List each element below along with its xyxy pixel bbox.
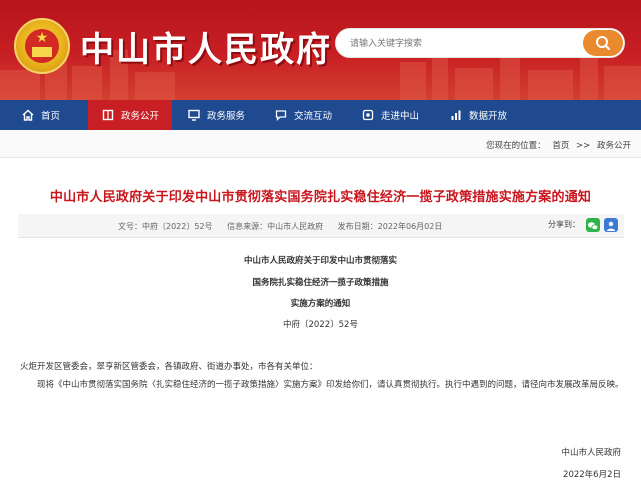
breadcrumb: 您现在的位置： 首页 >> 政务公开 bbox=[482, 139, 631, 151]
nav-item-interaction[interactable]: 交流互动 bbox=[275, 100, 365, 130]
doc-addressee: 火炬开发区管委会，翠亨新区管委会，各镇政府、街道办事处，市各有关单位： bbox=[20, 362, 318, 372]
article-title: 中山市人民政府关于印发中山市贯彻落实国务院扎实稳住经济一揽子政策措施实施方案的通… bbox=[49, 190, 592, 205]
national-emblem-logo: ★ bbox=[14, 18, 70, 74]
doc-body: 现将《中山市贯彻落实国务院〈扎实稳住经济的一揽子政策措施〉实施方案》印发给你们，… bbox=[37, 380, 624, 390]
breadcrumb-prefix: 您现在的位置： bbox=[486, 141, 546, 151]
nav-item-label: 数据开放 bbox=[469, 111, 508, 122]
nav-item-label: 首页 bbox=[41, 111, 61, 122]
article-meta-bar: 文号：中府〔2022〕52号 信息来源：中山市人民政府 发布日期：2022年06… bbox=[18, 214, 624, 238]
doc-heading-line-1: 中山市人民政府关于印发中山市贯彻落实 bbox=[243, 256, 397, 266]
doc-number: 中府〔2022〕52号 bbox=[283, 320, 358, 330]
doc-heading-line-2: 国务院扎实稳住经济一揽子政策措施 bbox=[252, 278, 389, 288]
wechat-share-icon[interactable] bbox=[586, 218, 600, 232]
breadcrumb-separator: >> bbox=[576, 141, 591, 151]
meta-doc-number: 文号：中府〔2022〕52号 bbox=[118, 222, 213, 231]
chart-icon bbox=[451, 110, 461, 120]
breadcrumb-bar: 您现在的位置： 首页 >> 政务公开 bbox=[0, 130, 641, 158]
doc-signature: 中山市人民政府 bbox=[561, 448, 621, 458]
nav-item-label: 政务服务 bbox=[207, 111, 246, 122]
nav-item-about-zhongshan[interactable]: 走进中山 bbox=[362, 100, 452, 130]
location-icon bbox=[362, 109, 374, 121]
nav-item-label: 政务公开 bbox=[121, 111, 160, 122]
search-button[interactable] bbox=[583, 30, 623, 56]
nav-item-services[interactable]: 政务服务 bbox=[188, 100, 278, 130]
meta-source: 信息来源：中山市人民政府 bbox=[227, 222, 324, 231]
search-box bbox=[335, 28, 625, 58]
nav-item-label: 走进中山 bbox=[381, 111, 420, 122]
site-title[interactable]: 中山市人民政府 bbox=[80, 22, 332, 71]
main-nav: 首页 政务公开 政务服务 交流互动 走进中山 数据开放 bbox=[0, 100, 641, 130]
book-icon bbox=[102, 109, 114, 121]
monitor-icon bbox=[188, 109, 200, 121]
share-label: 分享到： bbox=[548, 220, 580, 229]
site-header: ★ 中山市人民政府 bbox=[0, 0, 641, 100]
nav-item-home[interactable]: 首页 bbox=[22, 100, 92, 130]
breadcrumb-home[interactable]: 首页 bbox=[552, 141, 569, 151]
nav-item-government-affairs[interactable]: 政务公开 bbox=[88, 100, 172, 130]
article-meta: 文号：中府〔2022〕52号 信息来源：中山市人民政府 发布日期：2022年06… bbox=[118, 221, 454, 232]
breadcrumb-current[interactable]: 政务公开 bbox=[597, 141, 631, 151]
nav-item-label: 交流互动 bbox=[294, 111, 333, 122]
doc-sign-date: 2022年6月2日 bbox=[563, 470, 621, 480]
search-input[interactable] bbox=[350, 35, 580, 53]
doc-heading-line-3: 实施方案的通知 bbox=[290, 299, 351, 309]
search-icon bbox=[596, 36, 610, 50]
nav-item-open-data[interactable]: 数据开放 bbox=[450, 100, 540, 130]
home-icon bbox=[22, 109, 34, 121]
weibo-share-icon[interactable] bbox=[604, 218, 618, 232]
meta-date: 发布日期：2022年06月02日 bbox=[337, 222, 443, 231]
chat-icon bbox=[275, 110, 287, 121]
